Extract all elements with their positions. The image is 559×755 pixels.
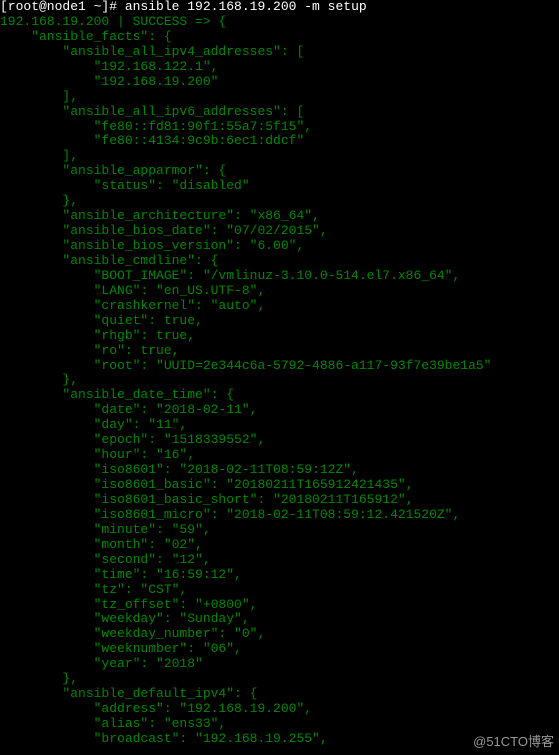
json-line: }, <box>0 672 559 687</box>
json-line: "year": "2018" <box>0 657 559 672</box>
json-line: ], <box>0 149 559 164</box>
json-line: "LANG": "en_US.UTF-8", <box>0 284 559 299</box>
json-line: "second": "12", <box>0 553 559 568</box>
json-line: "ansible_date_time": { <box>0 388 559 403</box>
json-line: "root": "UUID=2e344c6a-5792-4886-a117-93… <box>0 359 559 374</box>
json-line: "fe80::4134:9c9b:6ec1:ddcf" <box>0 134 559 149</box>
json-line: "tz_offset": "+0800", <box>0 598 559 613</box>
json-line: "ro": true, <box>0 344 559 359</box>
watermark-text: @51CTO博客 <box>473 735 554 750</box>
json-line: "rhgb": true, <box>0 329 559 344</box>
json-line: "tz": "CST", <box>0 583 559 598</box>
result-brace: { <box>218 14 226 29</box>
json-line: ], <box>0 90 559 105</box>
ansible-status: SUCCESS <box>133 14 188 29</box>
json-line: "minute": "59", <box>0 523 559 538</box>
json-line: "iso8601_basic": "20180211T165912421435"… <box>0 478 559 493</box>
json-line: "ansible_apparmor": { <box>0 164 559 179</box>
shell-command: ansible 192.168.19.200 -m setup <box>125 0 367 14</box>
json-line: "ansible_all_ipv6_addresses": [ <box>0 105 559 120</box>
json-line: "address": "192.168.19.200", <box>0 702 559 717</box>
json-line: "ansible_architecture": "x86_64", <box>0 209 559 224</box>
json-line: "ansible_cmdline": { <box>0 254 559 269</box>
shell-prompt: [root@node1 ~]# <box>0 0 125 14</box>
json-line: }, <box>0 373 559 388</box>
json-line: "day": "11", <box>0 418 559 433</box>
json-line: "month": "02", <box>0 538 559 553</box>
json-line: "alias": "ens33", <box>0 717 559 732</box>
json-line: "crashkernel": "auto", <box>0 299 559 314</box>
json-line: "weekday_number": "0", <box>0 627 559 642</box>
json-line: "weekday": "Sunday", <box>0 612 559 627</box>
json-line: "iso8601_micro": "2018-02-11T08:59:12.42… <box>0 508 559 523</box>
json-line: "192.168.19.200" <box>0 75 559 90</box>
json-line: "time": "16:59:12", <box>0 568 559 583</box>
json-line: "BOOT_IMAGE": "/vmlinuz-3.10.0-514.el7.x… <box>0 269 559 284</box>
json-line: "ansible_bios_date": "07/02/2015", <box>0 224 559 239</box>
json-line: "hour": "16", <box>0 448 559 463</box>
json-line: "ansible_default_ipv4": { <box>0 687 559 702</box>
json-output: "ansible_facts": { "ansible_all_ipv4_add… <box>0 30 559 747</box>
json-line: "ansible_facts": { <box>0 30 559 45</box>
json-line: "date": "2018-02-11", <box>0 403 559 418</box>
json-line: }, <box>0 194 559 209</box>
json-line: "quiet": true, <box>0 314 559 329</box>
json-line: "status": "disabled" <box>0 179 559 194</box>
terminal-output: [root@node1 ~]# ansible 192.168.19.200 -… <box>0 0 559 747</box>
json-line: "ansible_bios_version": "6.00", <box>0 239 559 254</box>
result-separator: | <box>109 14 132 29</box>
json-line: "fe80::fd81:90f1:55a7:5f15", <box>0 120 559 135</box>
shell-prompt-line: [root@node1 ~]# ansible 192.168.19.200 -… <box>0 0 559 15</box>
json-line: "epoch": "1518339552", <box>0 433 559 448</box>
json-line: "iso8601_basic_short": "20180211T165912"… <box>0 493 559 508</box>
ansible-result-header: 192.168.19.200 | SUCCESS => { <box>0 15 559 30</box>
json-line: "weeknumber": "06", <box>0 642 559 657</box>
result-arrow: => <box>187 14 218 29</box>
json-line: "192.168.122.1", <box>0 60 559 75</box>
json-line: "ansible_all_ipv4_addresses": [ <box>0 45 559 60</box>
ansible-host: 192.168.19.200 <box>0 14 109 29</box>
json-line: "iso8601": "2018-02-11T08:59:12Z", <box>0 463 559 478</box>
